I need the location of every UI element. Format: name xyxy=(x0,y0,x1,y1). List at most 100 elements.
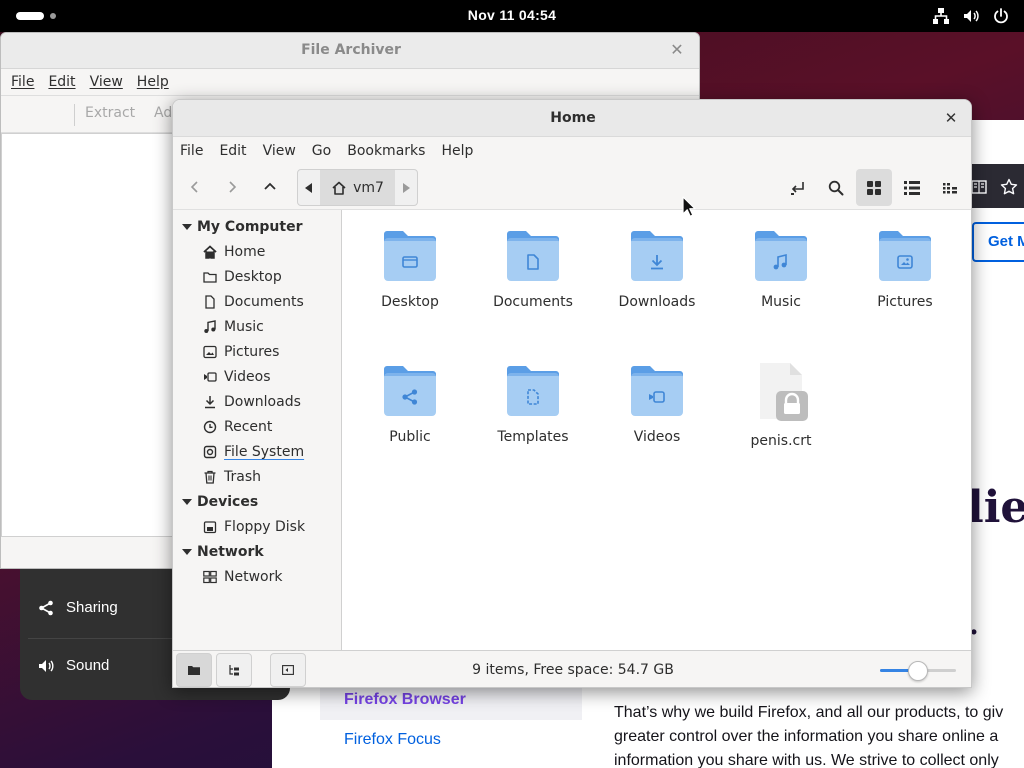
file-item-label: Pictures xyxy=(877,294,933,310)
home-icon xyxy=(332,181,346,195)
menu-bookmarks[interactable]: Bookmarks xyxy=(347,143,425,159)
archiver-menu-edit[interactable]: Edit xyxy=(48,74,75,90)
activities-button[interactable] xyxy=(16,12,44,20)
sidebar-item-home[interactable]: Home xyxy=(173,239,341,264)
file-item[interactable]: Desktop xyxy=(355,228,465,310)
file-item[interactable]: Pictures xyxy=(850,228,960,310)
home-titlebar[interactable]: Home ✕ xyxy=(173,100,971,137)
bookmark-star-icon[interactable] xyxy=(1000,178,1018,196)
list-icon xyxy=(904,180,920,195)
close-button[interactable]: ✕ xyxy=(941,108,961,128)
show-tree-button[interactable] xyxy=(216,653,252,687)
system-tray[interactable] xyxy=(932,7,1010,25)
network-icon[interactable] xyxy=(932,7,950,25)
share-icon xyxy=(39,600,53,615)
file-item[interactable]: Music xyxy=(726,228,836,310)
sidebar-section-devices[interactable]: Devices xyxy=(173,489,341,514)
sidebar-item-videos[interactable]: Videos xyxy=(173,364,341,389)
music-icon xyxy=(204,319,216,333)
file-item-label: penis.crt xyxy=(750,433,812,449)
compact-list-icon xyxy=(943,182,957,193)
path-scroll-left[interactable] xyxy=(298,170,320,205)
file-item[interactable]: Public xyxy=(355,363,465,445)
up-button[interactable] xyxy=(256,173,284,201)
reader-view-icon[interactable] xyxy=(970,178,988,196)
icon-view-button[interactable] xyxy=(856,169,892,206)
sidebar-item-floppy-disk[interactable]: Floppy Disk xyxy=(173,514,341,539)
expander-down-icon xyxy=(182,223,192,230)
archiver-titlebar[interactable]: File Archiver ✕ xyxy=(1,33,699,69)
file-item-label: Templates xyxy=(497,429,569,445)
triangle-right-icon xyxy=(403,182,410,193)
sidebar-hide-icon xyxy=(282,665,294,675)
archiver-title: File Archiver xyxy=(301,42,401,58)
menu-edit[interactable]: Edit xyxy=(219,143,246,159)
file-item[interactable]: Documents xyxy=(478,228,588,310)
workspace-indicator[interactable] xyxy=(50,13,56,19)
extract-button[interactable]: Extract xyxy=(85,105,135,121)
search-button[interactable] xyxy=(818,169,854,206)
archiver-menu-view[interactable]: View xyxy=(90,74,123,90)
file-item-label: Downloads xyxy=(618,294,696,310)
download-icon xyxy=(205,395,215,408)
path-crumb-home[interactable]: vm7 xyxy=(320,170,395,205)
file-item-label: Public xyxy=(389,429,431,445)
settings-item-sharing[interactable]: Sharing xyxy=(38,599,118,616)
file-item[interactable]: penis.crt xyxy=(726,361,836,449)
expander-down-icon xyxy=(182,548,192,555)
window-title: Home xyxy=(550,110,596,126)
forward-button[interactable] xyxy=(218,173,246,201)
sidebar-item-file-system[interactable]: File System xyxy=(173,439,341,464)
path-scroll-right[interactable] xyxy=(395,170,417,205)
archiver-menu-file[interactable]: File xyxy=(11,74,34,90)
show-places-button[interactable] xyxy=(176,653,212,687)
sidebar-item-trash[interactable]: Trash xyxy=(173,464,341,489)
clock-icon xyxy=(203,420,217,433)
folder-icon xyxy=(355,228,465,288)
sidebar-item-network[interactable]: Network xyxy=(173,564,341,589)
file-item-label: Videos xyxy=(633,429,681,445)
firefox-focus-link[interactable]: Firefox Focus xyxy=(344,731,441,749)
firefox-browser-link[interactable]: Firefox Browser xyxy=(344,691,466,709)
file-view[interactable]: Desktop Documents Downloads Music Pictures Pu… xyxy=(343,210,971,650)
menu-help[interactable]: Help xyxy=(441,143,473,159)
archiver-file-list[interactable] xyxy=(1,133,173,537)
sidebar-item-documents[interactable]: Documents xyxy=(173,289,341,314)
get-firefox-button[interactable]: Get M xyxy=(972,222,1024,262)
sidebar-section-my-computer[interactable]: My Computer xyxy=(173,214,341,239)
sidebar-section-network[interactable]: Network xyxy=(173,539,341,564)
file-item[interactable]: Downloads xyxy=(602,228,712,310)
power-icon[interactable] xyxy=(992,7,1010,25)
sidebar-item-pictures[interactable]: Pictures xyxy=(173,339,341,364)
toolbar: vm7 xyxy=(173,164,971,210)
location-toggle-button[interactable] xyxy=(780,169,816,206)
zoom-slider[interactable] xyxy=(880,661,956,681)
menu-view[interactable]: View xyxy=(263,143,296,159)
file-item[interactable]: Templates xyxy=(478,363,588,445)
file-manager-window: Home ✕ File Edit View Go Bookmarks Help … xyxy=(172,99,972,688)
path-bar: vm7 xyxy=(297,169,418,206)
settings-item-sound[interactable]: Sound xyxy=(38,657,109,674)
compact-view-button[interactable] xyxy=(932,169,968,206)
expander-down-icon xyxy=(182,498,192,505)
sidebar-item-recent[interactable]: Recent xyxy=(173,414,341,439)
menu-file[interactable]: File xyxy=(180,143,203,159)
zoom-slider-handle[interactable] xyxy=(908,661,928,681)
sidebar-item-desktop[interactable]: Desktop xyxy=(173,264,341,289)
menubar: File Edit View Go Bookmarks Help xyxy=(173,137,971,164)
sidebar-item-downloads[interactable]: Downloads xyxy=(173,389,341,414)
folder-icon xyxy=(203,271,217,283)
list-view-button[interactable] xyxy=(894,169,930,206)
menu-go[interactable]: Go xyxy=(312,143,331,159)
file-item[interactable]: Videos xyxy=(602,363,712,445)
trash-icon xyxy=(204,470,216,484)
volume-icon[interactable] xyxy=(962,7,980,25)
archiver-menu-help[interactable]: Help xyxy=(137,74,169,90)
clock[interactable]: Nov 11 04:54 xyxy=(0,7,1024,23)
hide-sidebar-button[interactable] xyxy=(270,653,306,687)
add-button[interactable]: Ad xyxy=(154,105,172,121)
folder-icon xyxy=(602,363,712,423)
archiver-close-button[interactable]: ✕ xyxy=(667,40,687,60)
sidebar-item-music[interactable]: Music xyxy=(173,314,341,339)
back-button[interactable] xyxy=(181,173,209,201)
